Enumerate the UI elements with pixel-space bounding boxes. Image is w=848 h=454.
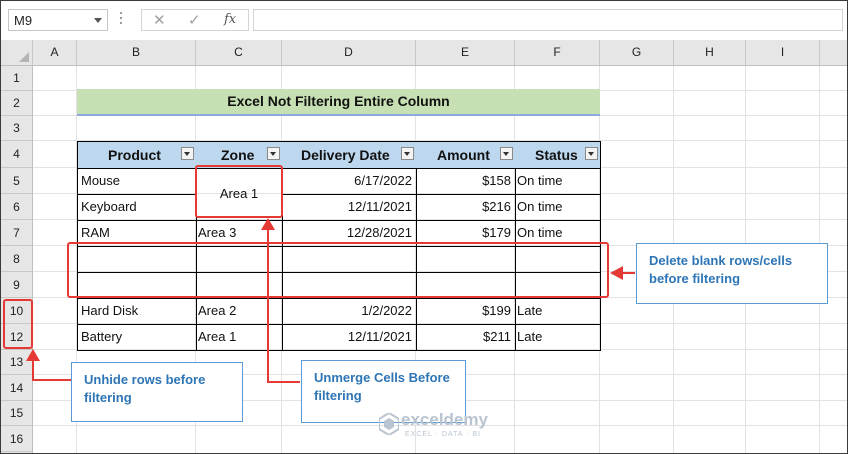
- header-zone-label: Zone: [221, 147, 255, 163]
- row-headers: 1 2 3 4 5 6 7 8 9 10 12 13 14 15 16: [1, 66, 33, 453]
- callout-unhide-rows: Unhide rows before filtering: [71, 362, 243, 422]
- table-row-product[interactable]: Battery: [77, 324, 197, 351]
- callout-delete-blank-rows: Delete blank rows/cells before filtering: [636, 243, 828, 304]
- sheet-title[interactable]: Excel Not Filtering Entire Column: [77, 89, 600, 116]
- watermark-tagline: EXCEL · DATA · BI: [405, 431, 481, 438]
- formula-input[interactable]: [253, 9, 843, 31]
- filter-dropdown-icon[interactable]: [500, 147, 513, 160]
- merged-cell-highlight: [195, 165, 283, 218]
- column-header-f[interactable]: F: [515, 40, 600, 65]
- header-amount-label: Amount: [437, 147, 490, 163]
- header-delivery-date-label: Delivery Date: [301, 147, 390, 163]
- hidden-rows-highlight: [3, 299, 33, 349]
- watermark-name: exceldemy: [401, 410, 488, 429]
- table-row-date[interactable]: 12/11/2021: [282, 194, 417, 221]
- blank-rows-highlight: [67, 242, 609, 298]
- table-row-amount[interactable]: $199: [416, 298, 516, 325]
- row-header-15[interactable]: 15: [1, 401, 32, 426]
- column-header-h[interactable]: H: [674, 40, 746, 65]
- table-row-product[interactable]: Hard Disk: [77, 298, 197, 325]
- arrow-head-icon: [26, 349, 40, 361]
- arrow-line: [621, 272, 635, 274]
- header-status-label: Status: [535, 147, 578, 163]
- table-row-date[interactable]: 6/17/2022: [282, 168, 417, 195]
- arrow-line: [32, 358, 34, 381]
- select-all-corner[interactable]: [1, 40, 33, 65]
- excel-window: M9 ✕ ✓ fx A B C D E F G H I 1 2 3 4 5 6 …: [0, 0, 848, 454]
- name-box[interactable]: M9: [8, 9, 108, 31]
- table-row-status[interactable]: On time: [515, 168, 601, 195]
- filter-dropdown-icon[interactable]: [585, 147, 598, 160]
- filter-dropdown-icon[interactable]: [401, 147, 414, 160]
- column-header-b[interactable]: B: [77, 40, 196, 65]
- filter-dropdown-icon[interactable]: [181, 147, 194, 160]
- column-header-c[interactable]: C: [196, 40, 282, 65]
- table-row-amount[interactable]: $211: [416, 324, 516, 351]
- row-header-6[interactable]: 6: [1, 194, 32, 220]
- arrow-line: [267, 381, 300, 383]
- function-icon[interactable]: fx: [224, 12, 236, 27]
- column-header-a[interactable]: A: [33, 40, 77, 65]
- table-row-product[interactable]: Mouse: [77, 168, 197, 195]
- cancel-icon[interactable]: ✕: [153, 11, 166, 29]
- table-row-date[interactable]: 1/2/2022: [282, 298, 417, 325]
- formula-buttons: ✕ ✓ fx: [141, 9, 249, 31]
- table-row-date[interactable]: 12/11/2021: [282, 324, 417, 351]
- column-header-g[interactable]: G: [600, 40, 674, 65]
- table-row-status[interactable]: Late: [515, 298, 601, 325]
- formula-bar: M9 ✕ ✓ fx: [1, 1, 847, 40]
- row-header-7[interactable]: 7: [1, 220, 32, 246]
- exceldemy-watermark: exceldemy EXCEL · DATA · BI: [379, 409, 511, 443]
- column-header-d[interactable]: D: [282, 40, 416, 65]
- table-row-amount[interactable]: $216: [416, 194, 516, 221]
- row-header-2[interactable]: 2: [1, 91, 32, 116]
- column-header-e[interactable]: E: [416, 40, 515, 65]
- header-amount[interactable]: Amount: [416, 141, 516, 169]
- table-row-amount[interactable]: $158: [416, 168, 516, 195]
- column-header-i[interactable]: I: [746, 40, 820, 65]
- row-header-8[interactable]: 8: [1, 246, 32, 272]
- arrow-line: [32, 379, 72, 381]
- row-header-1[interactable]: 1: [1, 66, 32, 91]
- filter-dropdown-icon[interactable]: [267, 147, 280, 160]
- row-header-4[interactable]: 4: [1, 141, 32, 168]
- header-status[interactable]: Status: [515, 141, 601, 169]
- name-box-value: M9: [14, 13, 33, 28]
- arrow-head-icon: [610, 266, 623, 280]
- formula-bar-grip-icon[interactable]: [120, 12, 123, 28]
- header-product-label: Product: [108, 147, 161, 163]
- row-header-9[interactable]: 9: [1, 272, 32, 298]
- enter-icon[interactable]: ✓: [188, 11, 201, 29]
- header-delivery-date[interactable]: Delivery Date: [282, 141, 417, 169]
- table-row-zone[interactable]: Area 1: [196, 324, 283, 351]
- header-product[interactable]: Product: [77, 141, 197, 169]
- table-row-status[interactable]: On time: [515, 194, 601, 221]
- row-header-3[interactable]: 3: [1, 116, 32, 141]
- table-row-zone[interactable]: Area 2: [196, 298, 283, 325]
- row-header-14[interactable]: 14: [1, 375, 32, 401]
- arrow-head-icon: [261, 218, 275, 230]
- table-row-status[interactable]: Late: [515, 324, 601, 351]
- row-header-16[interactable]: 16: [1, 426, 32, 452]
- exceldemy-logo-icon: [379, 413, 399, 435]
- table-row-product[interactable]: Keyboard: [77, 194, 197, 221]
- name-box-dropdown-icon[interactable]: [94, 18, 102, 23]
- arrow-line: [267, 227, 269, 383]
- column-headers: A B C D E F G H I: [1, 40, 847, 66]
- row-header-5[interactable]: 5: [1, 168, 32, 194]
